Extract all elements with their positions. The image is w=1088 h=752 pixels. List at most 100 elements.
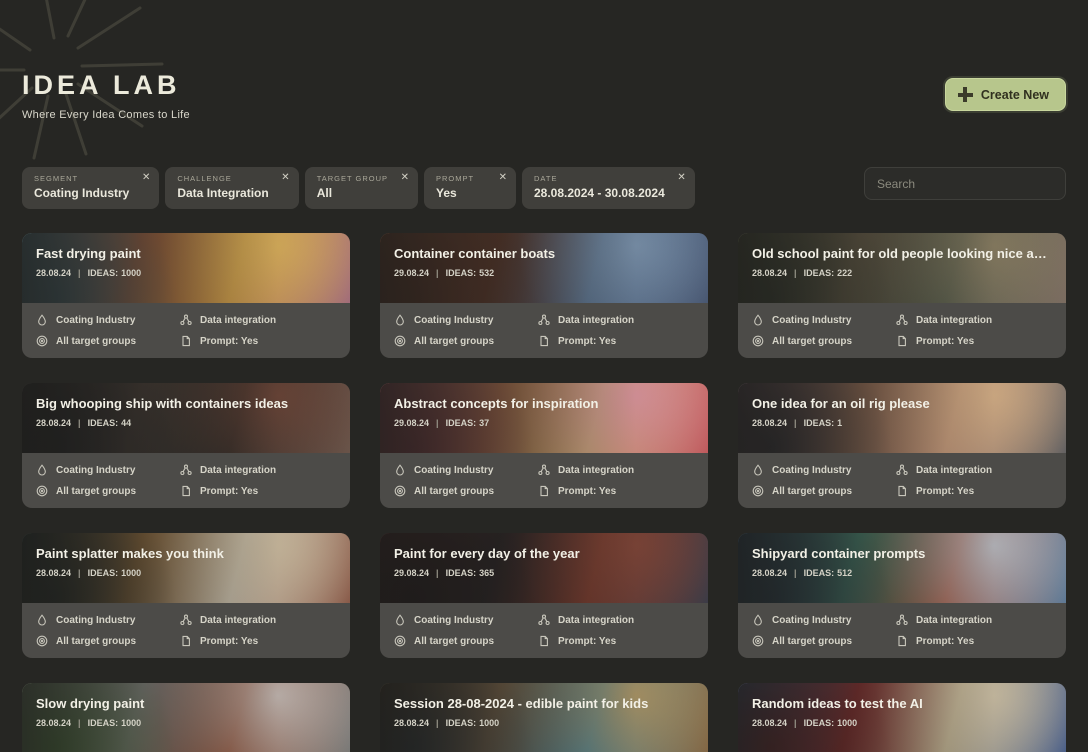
stats-separator: | [794,568,797,578]
stats-separator: | [78,268,81,278]
meta-target-group-label: All target groups [772,486,852,497]
idea-card-meta: Coating Industry Data integration All ta… [380,303,708,358]
target-groups-icon [752,335,764,347]
idea-card-banner-image: Shipyard container prompts 28.08.24 | ID… [738,533,1066,603]
idea-card-date: 28.08.24 [752,718,787,728]
meta-challenge-label: Data integration [200,615,276,626]
meta-target-group: All target groups [752,485,896,497]
idea-card[interactable]: Slow drying paint 28.08.24 | IDEAS: 1000… [22,683,350,752]
meta-challenge-label: Data integration [558,315,634,326]
ideas-count-value: 1000 [121,268,141,278]
idea-card-stats: 29.08.24 | IDEAS: 532 [394,268,694,278]
app-title: IDEA LAB [22,70,190,101]
prompt-icon [896,635,908,647]
idea-card-title: Old school paint for old people looking … [752,246,1052,261]
coating-industry-icon [36,314,48,326]
app-tagline: Where Every Idea Comes to Life [22,109,190,121]
ideas-count-label: IDEAS: [88,568,119,578]
idea-card-date: 28.08.24 [36,268,71,278]
idea-card-title: Slow drying paint [36,696,336,711]
idea-card[interactable]: Session 28-08-2024 - edible paint for ki… [380,683,708,752]
idea-card-meta: Coating Industry Data integration All ta… [738,303,1066,358]
meta-prompt-label: Prompt: Yes [200,636,258,647]
ideas-count-label: IDEAS: [446,568,477,578]
idea-card-stats: 28.08.24 | IDEAS: 1000 [36,718,336,728]
filter-chip-value: Data Integration [177,186,268,200]
ideas-count-label: IDEAS: [804,568,835,578]
meta-segment-label: Coating Industry [772,315,851,326]
meta-challenge: Data integration [180,614,336,626]
filter-chip[interactable]: SEGMENT Coating Industry ✕ [22,167,159,209]
idea-card[interactable]: Old school paint for old people looking … [738,233,1066,358]
idea-card[interactable]: Paint splatter makes you think 28.08.24 … [22,533,350,658]
close-icon[interactable]: ✕ [499,173,507,183]
idea-card-stats: 28.08.24 | IDEAS: 1000 [36,268,336,278]
idea-card-stats: 28.08.24 | IDEAS: 1000 [394,718,694,728]
stats-separator: | [78,568,81,578]
create-new-button[interactable]: Create New [945,78,1066,111]
data-integration-icon [538,614,550,626]
data-integration-icon [896,464,908,476]
meta-segment: Coating Industry [36,614,180,626]
coating-industry-icon [36,614,48,626]
idea-card-title: Big whooping ship with containers ideas [36,396,336,411]
idea-card-date: 28.08.24 [36,718,71,728]
meta-segment-label: Coating Industry [772,465,851,476]
idea-card[interactable]: Paint for every day of the year 29.08.24… [380,533,708,658]
idea-card[interactable]: Random ideas to test the AI 28.08.24 | I… [738,683,1066,752]
meta-challenge: Data integration [180,464,336,476]
ideas-count-label: IDEAS: [804,268,835,278]
idea-card[interactable]: Shipyard container prompts 28.08.24 | ID… [738,533,1066,658]
idea-card[interactable]: One idea for an oil rig please 28.08.24 … [738,383,1066,508]
idea-card-banner-image: Random ideas to test the AI 28.08.24 | I… [738,683,1066,752]
stats-separator: | [794,418,797,428]
meta-prompt: Prompt: Yes [180,635,336,647]
brand-block: IDEA LAB Where Every Idea Comes to Life [22,70,190,121]
filter-chip[interactable]: DATE 28.08.2024 - 30.08.2024 ✕ [522,167,695,209]
filter-chip[interactable]: PROMPT Yes ✕ [424,167,516,209]
meta-prompt-label: Prompt: Yes [558,486,616,497]
data-integration-icon [180,464,192,476]
close-icon[interactable]: ✕ [281,173,289,183]
plus-icon [958,87,973,102]
target-groups-icon [36,635,48,647]
meta-prompt-label: Prompt: Yes [558,636,616,647]
meta-target-group-label: All target groups [772,636,852,647]
close-icon[interactable]: ✕ [677,173,685,183]
stats-separator: | [78,418,81,428]
meta-prompt-label: Prompt: Yes [200,336,258,347]
filter-chip-label: DATE [534,174,665,183]
meta-prompt-label: Prompt: Yes [558,336,616,347]
filter-chip-value: Yes [436,186,486,200]
idea-card-stats: 28.08.24 | IDEAS: 1000 [36,568,336,578]
idea-card-stats: 29.08.24 | IDEAS: 37 [394,418,694,428]
data-integration-icon [180,314,192,326]
idea-card[interactable]: Abstract concepts for inspiration 29.08.… [380,383,708,508]
ideas-count-value: 44 [121,418,131,428]
search-input[interactable] [864,167,1066,200]
ideas-count-value: 1000 [479,718,499,728]
prompt-icon [896,485,908,497]
idea-card[interactable]: Fast drying paint 28.08.24 | IDEAS: 1000… [22,233,350,358]
idea-card[interactable]: Big whooping ship with containers ideas … [22,383,350,508]
close-icon[interactable]: ✕ [401,173,409,183]
filter-chip-label: PROMPT [436,174,486,183]
idea-card-stats: 28.08.24 | IDEAS: 222 [752,268,1052,278]
meta-target-group: All target groups [394,485,538,497]
meta-challenge: Data integration [538,464,694,476]
filter-chip[interactable]: CHALLENGE Data Integration ✕ [165,167,298,209]
close-icon[interactable]: ✕ [142,173,150,183]
meta-segment-label: Coating Industry [414,615,493,626]
meta-target-group-label: All target groups [772,336,852,347]
filter-chip-value: All [317,186,388,200]
meta-target-group-label: All target groups [56,636,136,647]
idea-card[interactable]: Container container boats 29.08.24 | IDE… [380,233,708,358]
filter-chip[interactable]: TARGET GROUP All ✕ [305,167,418,209]
idea-card-banner-image: Abstract concepts for inspiration 29.08.… [380,383,708,453]
idea-card-meta: Coating Industry Data integration All ta… [22,303,350,358]
prompt-icon [180,335,192,347]
data-integration-icon [896,314,908,326]
ideas-count-value: 365 [479,568,494,578]
coating-industry-icon [394,464,406,476]
meta-target-group-label: All target groups [56,336,136,347]
